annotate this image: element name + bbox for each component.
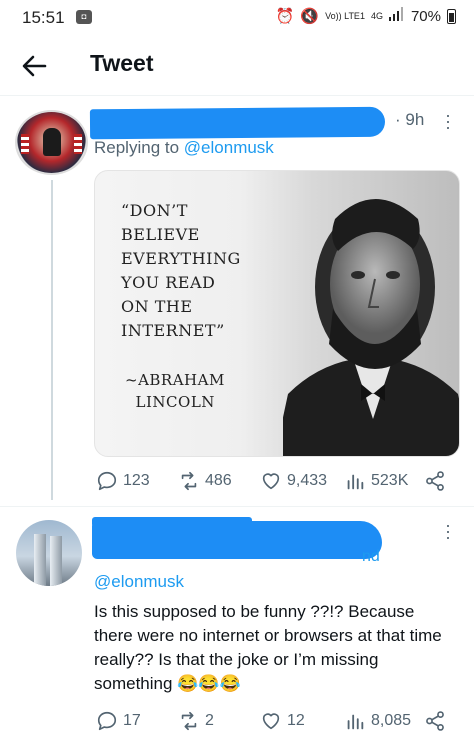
reply-views-button[interactable]: 8,085 (344, 710, 411, 732)
share-button[interactable] (424, 470, 446, 492)
back-button[interactable] (18, 50, 50, 82)
author-avatar[interactable] (15, 110, 88, 175)
reply-reply-button[interactable]: 17 (96, 710, 141, 732)
reply-like-count: 12 (287, 712, 305, 729)
retweet-icon (181, 711, 197, 731)
notification-icon: ◘ (76, 10, 92, 24)
app-header: Tweet (0, 36, 474, 96)
battery-icon (447, 8, 456, 24)
reply-icon (97, 711, 117, 731)
views-icon (347, 714, 364, 730)
reply-text: Is this supposed to be funny ??!? Becaus… (94, 602, 442, 693)
network-label: Vo)) LTE1 (325, 10, 365, 21)
views-button[interactable]: 523K (344, 470, 408, 492)
heart-icon (262, 473, 280, 490)
views-icon (347, 474, 364, 490)
lincoln-portrait (283, 199, 459, 456)
status-indicators: ⏰ 🔇 Vo)) LTE1 4G 70% (276, 7, 456, 25)
reply-replying-handle[interactable]: @elonmusk (94, 572, 184, 592)
page-title: Tweet (90, 50, 154, 76)
share-icon (426, 711, 444, 731)
reply-icon (97, 471, 117, 491)
replying-handle[interactable]: @elonmusk (184, 138, 274, 157)
reply-actions: 17 2 12 8,085 (94, 707, 454, 735)
reply-reply-count: 17 (123, 712, 141, 729)
status-bar: 15:51 ◘ ⏰ 🔇 Vo)) LTE1 4G 70% (0, 0, 474, 36)
mute-icon: 🔇 (300, 8, 320, 25)
redacted-author-name (89, 106, 386, 140)
image-quote-author: ~ABRAHAM LINCOLN (125, 371, 225, 411)
replying-prefix: Replying to (94, 138, 180, 157)
battery-level: 70% (410, 7, 441, 25)
like-count: 9,433 (287, 472, 328, 489)
divider (0, 506, 474, 507)
retweet-icon (181, 471, 197, 491)
reply-share-button[interactable] (424, 710, 446, 732)
reply-view-count: 8,085 (371, 712, 412, 729)
reply-like-button[interactable]: 12 (260, 710, 305, 732)
redacted-reply-header (92, 521, 382, 559)
retweet-count: 486 (205, 472, 232, 489)
alarm-icon: ⏰ (275, 8, 295, 25)
status-time: 15:51 (22, 8, 65, 27)
reply-button[interactable]: 123 (96, 470, 150, 492)
more-options-icon[interactable]: · · · (443, 106, 453, 136)
retweet-button[interactable]: 486 (178, 470, 232, 492)
heart-icon (262, 713, 280, 730)
arrow-left-icon (22, 55, 47, 77)
view-count: 523K (371, 472, 409, 489)
reply-more-options-icon[interactable]: · · · (443, 516, 453, 546)
replying-to: Replying to @elonmusk (94, 138, 274, 158)
signal-icon (388, 7, 405, 25)
reply-author-avatar[interactable] (16, 520, 82, 586)
like-button[interactable]: 9,433 (260, 470, 327, 492)
reply-count: 123 (123, 472, 150, 489)
reply-header-visible-text: nd (362, 548, 380, 565)
reply-retweet-button[interactable]: 2 (178, 710, 214, 732)
tweet-timestamp[interactable]: · 9h (395, 110, 424, 130)
image-quote-text: “DON’T BELIEVE EVERYTHING YOU READ ON TH… (121, 201, 241, 340)
tweet-image[interactable]: “DON’T BELIEVE EVERYTHING YOU READ ON TH… (94, 170, 460, 457)
network-type: 4G (370, 10, 383, 21)
reply-retweet-count: 2 (205, 712, 214, 729)
thread-line (51, 180, 53, 500)
tweet-actions: 123 486 9,433 523K (94, 467, 454, 495)
share-icon (426, 471, 444, 491)
